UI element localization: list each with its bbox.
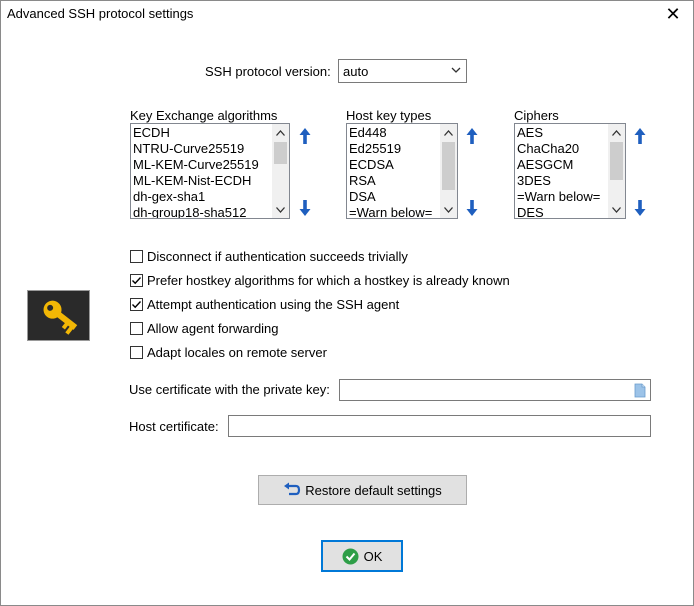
checkmark-icon: [132, 276, 142, 284]
hostkey-label: Host key types: [346, 108, 432, 123]
list-item[interactable]: NTRU-Curve25519: [133, 141, 259, 157]
list-item[interactable]: dh-group18-sha512: [133, 205, 259, 218]
list-item[interactable]: dh-gex-sha1: [133, 189, 259, 205]
list-item[interactable]: DES: [517, 205, 600, 218]
agent-forwarding-checkbox[interactable]: Allow agent forwarding: [130, 320, 279, 336]
list-item[interactable]: =Warn below=: [517, 189, 600, 205]
prefer-known-hostkey-checkbox[interactable]: Prefer hostkey algorithms for which a ho…: [130, 272, 510, 288]
list-item[interactable]: =Warn below=: [349, 205, 432, 218]
move-up-arrow-icon[interactable]: [633, 127, 647, 145]
list-item[interactable]: Ed448: [349, 125, 432, 141]
close-icon: ✕: [665, 3, 681, 24]
list-item[interactable]: AESGCM: [517, 157, 600, 173]
hostkey-listbox[interactable]: Ed448 Ed25519 ECDSA RSA DSA =Warn below=: [346, 123, 458, 219]
checkbox-box[interactable]: [130, 249, 143, 263]
dialog-window: Advanced SSH protocol settings ✕ SSH pro…: [0, 0, 694, 606]
checkbox-label: Prefer hostkey algorithms for which a ho…: [147, 272, 510, 288]
scroll-down-icon[interactable]: [440, 201, 457, 218]
kex-listbox[interactable]: ECDH NTRU-Curve25519 ML-KEM-Curve25519 M…: [130, 123, 290, 219]
chevron-down-icon: [451, 67, 461, 73]
scroll-thumb[interactable]: [442, 142, 455, 190]
scroll-down-icon[interactable]: [272, 201, 289, 218]
hostkey-scrollbar[interactable]: [440, 124, 457, 218]
scroll-up-icon[interactable]: [440, 124, 457, 141]
list-item[interactable]: RSA: [349, 173, 432, 189]
scroll-thumb[interactable]: [274, 142, 287, 164]
kex-scrollbar[interactable]: [272, 124, 289, 218]
list-item[interactable]: ECDH: [133, 125, 259, 141]
scroll-up-icon[interactable]: [608, 124, 625, 141]
protocol-version-label: SSH protocol version:: [205, 64, 331, 79]
ok-label: OK: [363, 548, 383, 564]
host-certificate-input[interactable]: [228, 415, 651, 437]
list-item[interactable]: ECDSA: [349, 157, 432, 173]
certificate-input[interactable]: [339, 379, 651, 401]
host-certificate-label: Host certificate:: [129, 419, 219, 434]
scroll-down-icon[interactable]: [608, 201, 625, 218]
adapt-locales-checkbox[interactable]: Adapt locales on remote server: [130, 344, 327, 360]
ciphers-listbox[interactable]: AES ChaCha20 AESGCM 3DES =Warn below= DE…: [514, 123, 626, 219]
move-down-arrow-icon[interactable]: [633, 199, 647, 217]
list-item[interactable]: Ed25519: [349, 141, 432, 157]
file-browse-icon[interactable]: [634, 383, 646, 398]
list-item[interactable]: AES: [517, 125, 600, 141]
scroll-up-icon[interactable]: [272, 124, 289, 141]
list-item[interactable]: DSA: [349, 189, 432, 205]
ok-button[interactable]: OK: [321, 540, 403, 572]
checkbox-box[interactable]: [130, 321, 143, 335]
list-item[interactable]: ChaCha20: [517, 141, 600, 157]
close-button[interactable]: ✕: [653, 1, 693, 27]
protocol-version-value: auto: [343, 64, 369, 79]
checkbox-label: Adapt locales on remote server: [147, 344, 327, 360]
list-item[interactable]: ML-KEM-Nist-ECDH: [133, 173, 259, 189]
restore-defaults-button[interactable]: Restore default settings: [258, 475, 467, 505]
ok-check-icon: [342, 548, 359, 564]
ciphers-scrollbar[interactable]: [608, 124, 625, 218]
window-title: Advanced SSH protocol settings: [7, 6, 194, 21]
ciphers-label: Ciphers: [514, 108, 559, 123]
move-up-arrow-icon[interactable]: [465, 127, 479, 145]
kex-label: Key Exchange algorithms: [130, 108, 278, 123]
move-down-arrow-icon[interactable]: [298, 199, 312, 217]
checkbox-label: Attempt authentication using the SSH age…: [147, 296, 400, 312]
list-item[interactable]: ML-KEM-Curve25519: [133, 157, 259, 173]
move-down-arrow-icon[interactable]: [465, 199, 479, 217]
scroll-thumb[interactable]: [610, 142, 623, 180]
certificate-label: Use certificate with the private key:: [129, 382, 330, 397]
key-icon: [27, 290, 90, 341]
protocol-version-select[interactable]: auto: [338, 59, 467, 83]
checkbox-label: Allow agent forwarding: [147, 320, 279, 336]
checkbox-label: Disconnect if authentication succeeds tr…: [147, 248, 408, 264]
checkbox-box[interactable]: [130, 345, 143, 359]
checkbox-box[interactable]: [130, 273, 143, 287]
checkbox-box[interactable]: [130, 297, 143, 311]
restore-defaults-label: Restore default settings: [305, 482, 442, 498]
checkmark-icon: [132, 300, 142, 308]
disconnect-trivial-checkbox[interactable]: Disconnect if authentication succeeds tr…: [130, 248, 408, 264]
ssh-agent-auth-checkbox[interactable]: Attempt authentication using the SSH age…: [130, 296, 399, 312]
undo-arrow-icon: [284, 482, 301, 496]
list-item[interactable]: 3DES: [517, 173, 600, 189]
move-up-arrow-icon[interactable]: [298, 127, 312, 145]
